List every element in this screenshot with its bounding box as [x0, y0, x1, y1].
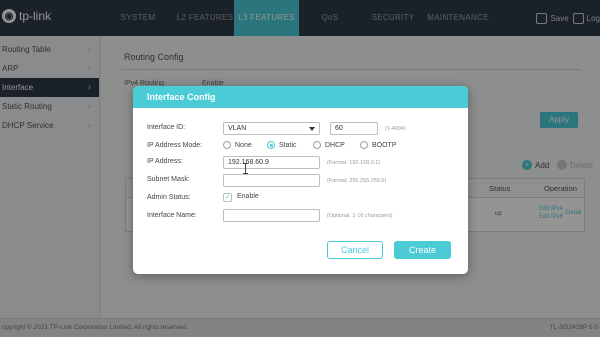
ip-mode-label: IP Address Mode: — [147, 142, 203, 149]
subnet-mask-input[interactable] — [223, 174, 320, 187]
text-cursor-icon — [243, 163, 248, 174]
interface-name-input[interactable] — [223, 209, 320, 222]
interface-name-hint: (Optional. 1-16 characters) — [327, 213, 393, 219]
radio-none[interactable] — [223, 141, 231, 149]
radio-bootp-label: BOOTP — [372, 141, 397, 149]
interface-type-select[interactable]: VLAN — [223, 122, 320, 135]
vlan-id-input[interactable]: 60 — [330, 122, 378, 135]
admin-status-enable-label: Enable — [237, 193, 259, 200]
subnet-mask-label: Subnet Mask: — [147, 176, 190, 183]
ip-mode-static[interactable]: Static — [267, 141, 297, 149]
radio-none-label: None — [235, 141, 252, 149]
vlan-id-hint: (1-4094) — [385, 126, 406, 132]
radio-bootp[interactable] — [360, 141, 368, 149]
ip-mode-none[interactable]: None — [223, 141, 252, 149]
chevron-down-icon — [309, 127, 315, 131]
subnet-mask-hint: (Format: 255.255.255.0) — [327, 178, 387, 184]
interface-config-dialog: Interface Config Interface ID: VLAN 60 (… — [133, 86, 468, 274]
interface-type-value: VLAN — [228, 125, 247, 132]
radio-static[interactable] — [267, 141, 275, 149]
ip-address-hint: (Format: 192.168.0.1) — [327, 160, 381, 166]
cancel-button[interactable]: Cancel — [327, 241, 383, 259]
admin-status-checkbox[interactable]: ✓ — [223, 193, 232, 202]
radio-dhcp[interactable] — [313, 141, 321, 149]
ip-address-label: IP Address: — [147, 158, 183, 165]
radio-dhcp-label: DHCP — [325, 141, 345, 149]
interface-name-label: Interface Name: — [147, 212, 197, 219]
radio-static-label: Static — [279, 141, 297, 149]
interface-id-label: Interface ID: — [147, 124, 186, 131]
admin-status-label: Admin Status: — [147, 194, 191, 201]
ip-mode-dhcp[interactable]: DHCP — [313, 141, 345, 149]
ip-mode-bootp[interactable]: BOOTP — [360, 141, 397, 149]
create-button[interactable]: Create — [394, 241, 451, 259]
dialog-title: Interface Config — [133, 86, 468, 108]
ip-address-input[interactable]: 192.168.60.9 — [223, 156, 320, 169]
